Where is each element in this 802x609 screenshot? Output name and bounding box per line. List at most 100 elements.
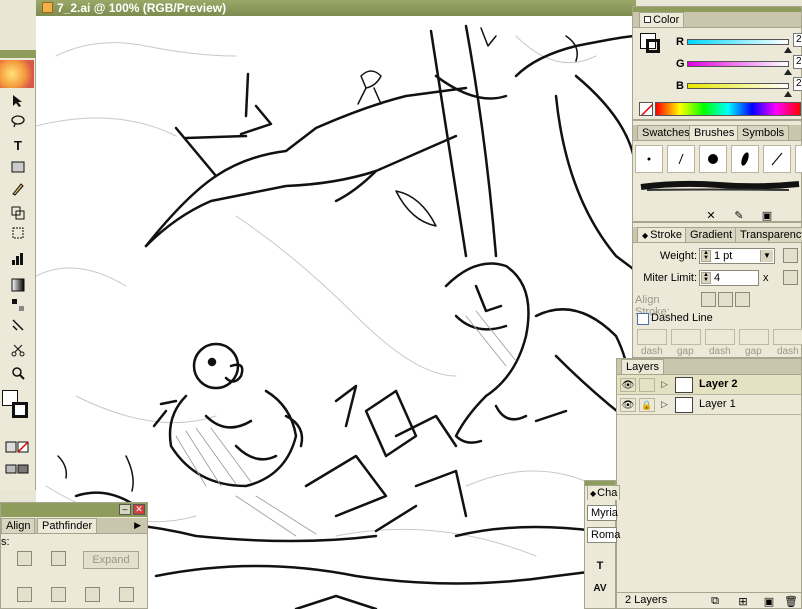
illustrator-workspace: 7_2.ai @ 100% (RGB/Preview) T Color R 2 … <box>0 0 802 609</box>
tab-layers[interactable]: Layers <box>621 359 665 374</box>
expand-triangle-icon[interactable]: ▷ <box>661 379 668 390</box>
green-value-field[interactable]: 2 <box>793 55 802 69</box>
font-style-field[interactable]: Roma <box>587 527 620 543</box>
expand-button[interactable]: Expand <box>83 551 139 569</box>
green-slider-thumb[interactable] <box>783 69 792 75</box>
color-spectrum-bar[interactable] <box>655 102 801 116</box>
align-center-button[interactable] <box>701 292 716 307</box>
close-icon[interactable]: ✕ <box>133 504 145 515</box>
minimize-icon[interactable]: – <box>119 504 131 515</box>
tab-transparency[interactable]: Transparency <box>735 227 802 242</box>
dashed-line-checkbox[interactable] <box>637 313 649 325</box>
minus-front-button[interactable] <box>51 551 66 566</box>
crop-button[interactable] <box>119 587 134 602</box>
pathfinder-panel: – ✕ Align Pathfinder ▶ s: Expand <box>0 502 148 609</box>
delete-layer-icon[interactable]: 🗑 <box>781 591 801 609</box>
blue-slider-thumb[interactable] <box>783 91 792 97</box>
scissors-tool-icon[interactable] <box>9 342 27 360</box>
visibility-eye-icon[interactable]: 👁 <box>620 378 636 392</box>
lasso-tool-icon[interactable] <box>9 112 27 130</box>
make-clipping-mask-icon[interactable]: ⧉ <box>705 591 725 609</box>
blue-slider[interactable] <box>687 83 789 89</box>
brush-partial[interactable] <box>795 145 802 173</box>
font-family-field[interactable]: Myria <box>587 505 618 521</box>
gap-label-2: gap <box>745 346 762 357</box>
brush-calligraphic[interactable] <box>667 145 695 173</box>
red-slider-thumb[interactable] <box>783 47 792 53</box>
layer-name[interactable]: Layer 2 <box>699 378 738 390</box>
tab-symbols[interactable]: Symbols <box>737 125 790 140</box>
type-tool-icon[interactable]: T <box>9 136 27 154</box>
unite-button[interactable] <box>17 551 32 566</box>
weight-stepper[interactable]: ▲ ▼ <box>701 250 711 262</box>
illustrator-logo-icon <box>0 60 34 88</box>
scale-tool-icon[interactable] <box>9 204 27 222</box>
new-sublayer-icon[interactable]: ⊞ <box>733 591 753 609</box>
blue-value-field[interactable]: 2 <box>793 77 802 91</box>
dash-label-1: dash <box>641 346 663 357</box>
miter-stepper[interactable]: ▲ ▼ <box>701 272 711 284</box>
layer-row-1[interactable]: 👁 🔒 ▷ Layer 1 <box>617 395 801 415</box>
dash-field-3[interactable] <box>773 329 802 345</box>
tab-character[interactable]: ◆Cha <box>587 485 621 500</box>
tab-color[interactable]: Color <box>639 12 685 27</box>
graph-tool-icon[interactable] <box>9 250 27 268</box>
tab-pathfinder[interactable]: Pathfinder <box>37 518 98 533</box>
align-inside-button[interactable] <box>718 292 733 307</box>
zoom-tool-icon[interactable] <box>9 364 27 382</box>
brush-dot-large[interactable] <box>699 145 727 173</box>
lock-toggle-empty[interactable] <box>639 378 655 392</box>
tab-color-label: Color <box>653 14 680 26</box>
blend-tool-icon[interactable] <box>9 296 27 314</box>
tab-brushes[interactable]: Brushes <box>689 125 740 140</box>
color-tab-icon <box>644 16 651 23</box>
pencil-tool-icon[interactable] <box>9 180 27 198</box>
layer-row-2[interactable]: 👁 ▷ Layer 2 <box>617 375 801 395</box>
stroke-color-swatch[interactable] <box>12 402 28 418</box>
expand-triangle-icon[interactable]: ▷ <box>661 399 668 410</box>
full-screen-mode-icon[interactable] <box>14 460 32 478</box>
weight-dropdown-icon[interactable]: ▼ <box>760 250 773 262</box>
tab-gradient[interactable]: Gradient <box>685 227 738 242</box>
art-brush-stroke[interactable] <box>639 179 801 193</box>
color-stroke-box[interactable] <box>646 39 660 53</box>
gap-field-2[interactable] <box>739 329 769 345</box>
butt-cap-button[interactable] <box>783 248 798 263</box>
layers-list: 👁 ▷ Layer 2 👁 🔒 ▷ Layer 1 <box>617 375 801 419</box>
align-outside-button[interactable] <box>735 292 750 307</box>
visibility-eye-icon[interactable]: 👁 <box>620 398 636 412</box>
layers-panel: Layers 👁 ▷ Layer 2 👁 🔒 ▷ Layer 1 2 Layer… <box>616 358 802 609</box>
layer-name[interactable]: Layer 1 <box>699 398 736 410</box>
dash-field-1[interactable] <box>637 329 667 345</box>
merge-button[interactable] <box>85 587 100 602</box>
brush-line[interactable] <box>763 145 791 173</box>
trim-button[interactable] <box>51 587 66 602</box>
document-title-bar[interactable]: 7_2.ai @ 100% (RGB/Preview) <box>36 0 636 16</box>
miter-join-button[interactable] <box>783 270 798 285</box>
none-color-button[interactable] <box>639 102 653 116</box>
none-mode-icon[interactable] <box>14 438 32 456</box>
tools-panel-grip[interactable] <box>0 50 36 58</box>
red-value-field[interactable]: 2 <box>793 33 802 47</box>
brush-oval[interactable] <box>731 145 759 173</box>
red-slider[interactable] <box>687 39 789 45</box>
slice-tool-icon[interactable] <box>9 316 27 334</box>
dash-field-2[interactable] <box>705 329 735 345</box>
brush-dot-small[interactable] <box>635 145 663 173</box>
selection-tool-icon[interactable] <box>9 92 27 110</box>
gradient-tool-icon[interactable] <box>9 276 27 294</box>
weight-field[interactable]: ▲ ▼ 1 pt ▼ <box>699 248 775 264</box>
document-icon <box>42 2 53 13</box>
tab-stroke[interactable]: ◆ Stroke <box>637 227 687 242</box>
lock-icon[interactable]: 🔒 <box>639 398 655 412</box>
panel-menu-icon[interactable]: ▶ <box>134 520 141 531</box>
miter-limit-field[interactable]: ▲ ▼ 4 <box>699 270 759 286</box>
rectangle-tool-icon[interactable] <box>9 158 27 176</box>
divide-button[interactable] <box>17 587 32 602</box>
new-layer-icon[interactable]: ▣ <box>759 591 779 609</box>
tab-swatches[interactable]: Swatches <box>637 125 695 140</box>
green-slider[interactable] <box>687 61 789 67</box>
free-transform-tool-icon[interactable] <box>9 224 27 242</box>
tab-align[interactable]: Align <box>1 518 36 533</box>
gap-field-1[interactable] <box>671 329 701 345</box>
